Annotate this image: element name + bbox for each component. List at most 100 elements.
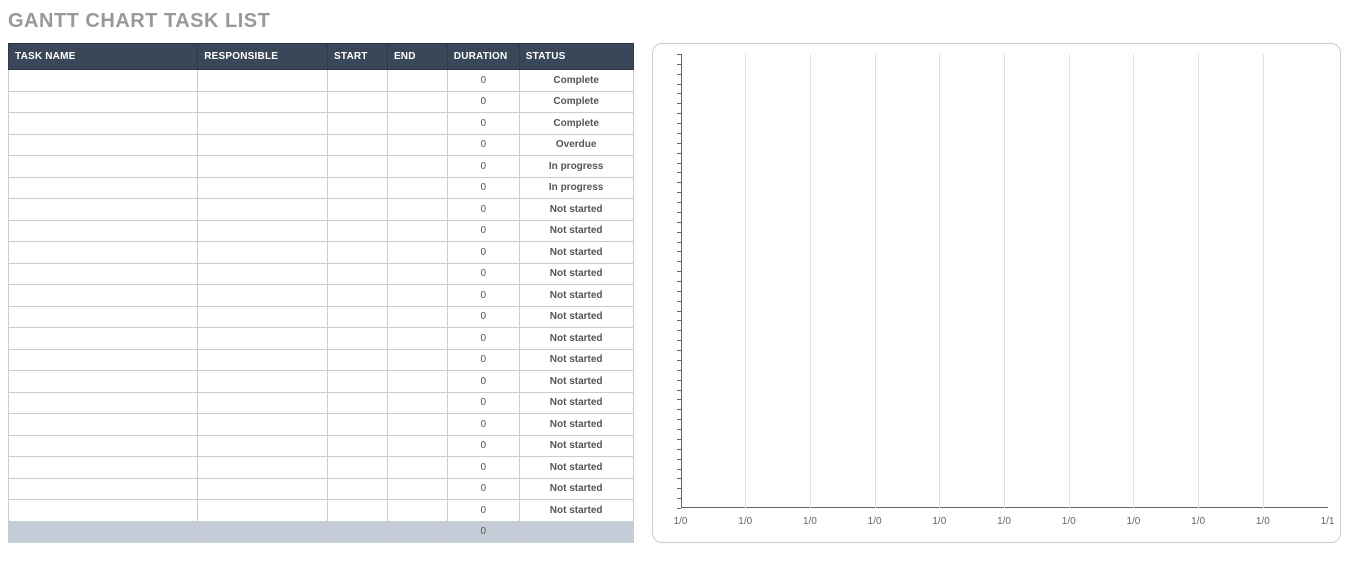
cell-task[interactable] [9,156,198,178]
cell-task[interactable] [9,306,198,328]
cell-duration[interactable]: 0 [447,263,519,285]
cell-task[interactable] [9,349,198,371]
cell-duration[interactable]: 0 [447,392,519,414]
cell-responsible[interactable] [198,70,328,92]
cell-task[interactable] [9,263,198,285]
cell-end[interactable] [387,371,447,393]
cell-end[interactable] [387,156,447,178]
table-row[interactable]: 0In progress [9,156,634,178]
cell-start[interactable] [328,134,388,156]
cell-task[interactable] [9,414,198,436]
cell-task[interactable] [9,500,198,522]
cell-end[interactable] [387,285,447,307]
cell-status[interactable]: Not started [519,306,633,328]
cell-start[interactable] [328,435,388,457]
cell-status[interactable]: Not started [519,414,633,436]
cell-duration[interactable]: 0 [447,177,519,199]
cell-end[interactable] [387,220,447,242]
cell-responsible[interactable] [198,457,328,479]
cell-status[interactable]: Not started [519,328,633,350]
table-row[interactable]: 0Not started [9,263,634,285]
cell-end[interactable] [387,392,447,414]
table-row[interactable]: 0Not started [9,500,634,522]
cell-end[interactable] [387,435,447,457]
cell-start[interactable] [328,349,388,371]
cell-start[interactable] [328,478,388,500]
cell-task[interactable] [9,435,198,457]
table-row[interactable]: 0Complete [9,91,634,113]
cell-task[interactable] [9,134,198,156]
cell-status[interactable]: Not started [519,392,633,414]
cell-duration[interactable]: 0 [447,70,519,92]
cell-end[interactable] [387,177,447,199]
table-row[interactable]: 0Not started [9,392,634,414]
cell-responsible[interactable] [198,392,328,414]
cell-task[interactable] [9,70,198,92]
cell-status[interactable]: Not started [519,199,633,221]
table-row[interactable]: 0Not started [9,414,634,436]
table-row[interactable]: 0In progress [9,177,634,199]
cell-responsible[interactable] [198,349,328,371]
cell-responsible[interactable] [198,435,328,457]
cell-status[interactable]: In progress [519,177,633,199]
cell-end[interactable] [387,328,447,350]
cell-start[interactable] [328,177,388,199]
cell-start[interactable] [328,500,388,522]
table-row[interactable]: 0Not started [9,371,634,393]
cell-responsible[interactable] [198,199,328,221]
cell-duration[interactable]: 0 [447,306,519,328]
cell-responsible[interactable] [198,306,328,328]
cell-status[interactable]: Overdue [519,134,633,156]
cell-status[interactable]: Not started [519,349,633,371]
cell-responsible[interactable] [198,285,328,307]
cell-duration[interactable]: 0 [447,113,519,135]
cell-end[interactable] [387,134,447,156]
cell-start[interactable] [328,70,388,92]
cell-status[interactable]: Complete [519,70,633,92]
cell-duration[interactable]: 0 [447,478,519,500]
cell-task[interactable] [9,328,198,350]
cell-start[interactable] [328,457,388,479]
cell-duration[interactable]: 0 [447,285,519,307]
cell-task[interactable] [9,392,198,414]
cell-end[interactable] [387,349,447,371]
cell-responsible[interactable] [198,414,328,436]
cell-status[interactable]: In progress [519,156,633,178]
cell-status[interactable]: Not started [519,263,633,285]
cell-start[interactable] [328,113,388,135]
cell-start[interactable] [328,91,388,113]
cell-start[interactable] [328,242,388,264]
cell-end[interactable] [387,457,447,479]
cell-duration[interactable]: 0 [447,199,519,221]
cell-task[interactable] [9,478,198,500]
cell-duration[interactable]: 0 [447,328,519,350]
cell-responsible[interactable] [198,263,328,285]
cell-task[interactable] [9,177,198,199]
cell-status[interactable]: Not started [519,242,633,264]
cell-task[interactable] [9,113,198,135]
cell-duration[interactable]: 0 [447,242,519,264]
cell-end[interactable] [387,263,447,285]
cell-duration[interactable]: 0 [447,371,519,393]
table-row[interactable]: 0Not started [9,457,634,479]
cell-task[interactable] [9,285,198,307]
cell-task[interactable] [9,371,198,393]
cell-start[interactable] [328,199,388,221]
cell-task[interactable] [9,199,198,221]
cell-end[interactable] [387,500,447,522]
cell-duration[interactable]: 0 [447,414,519,436]
cell-end[interactable] [387,113,447,135]
cell-duration[interactable]: 0 [447,349,519,371]
cell-duration[interactable]: 0 [447,91,519,113]
cell-task[interactable] [9,242,198,264]
table-row[interactable]: 0Not started [9,478,634,500]
cell-duration[interactable]: 0 [447,435,519,457]
cell-end[interactable] [387,478,447,500]
cell-status[interactable]: Not started [519,457,633,479]
cell-responsible[interactable] [198,91,328,113]
cell-start[interactable] [328,414,388,436]
cell-status[interactable]: Complete [519,91,633,113]
cell-task[interactable] [9,457,198,479]
cell-start[interactable] [328,220,388,242]
cell-task[interactable] [9,220,198,242]
